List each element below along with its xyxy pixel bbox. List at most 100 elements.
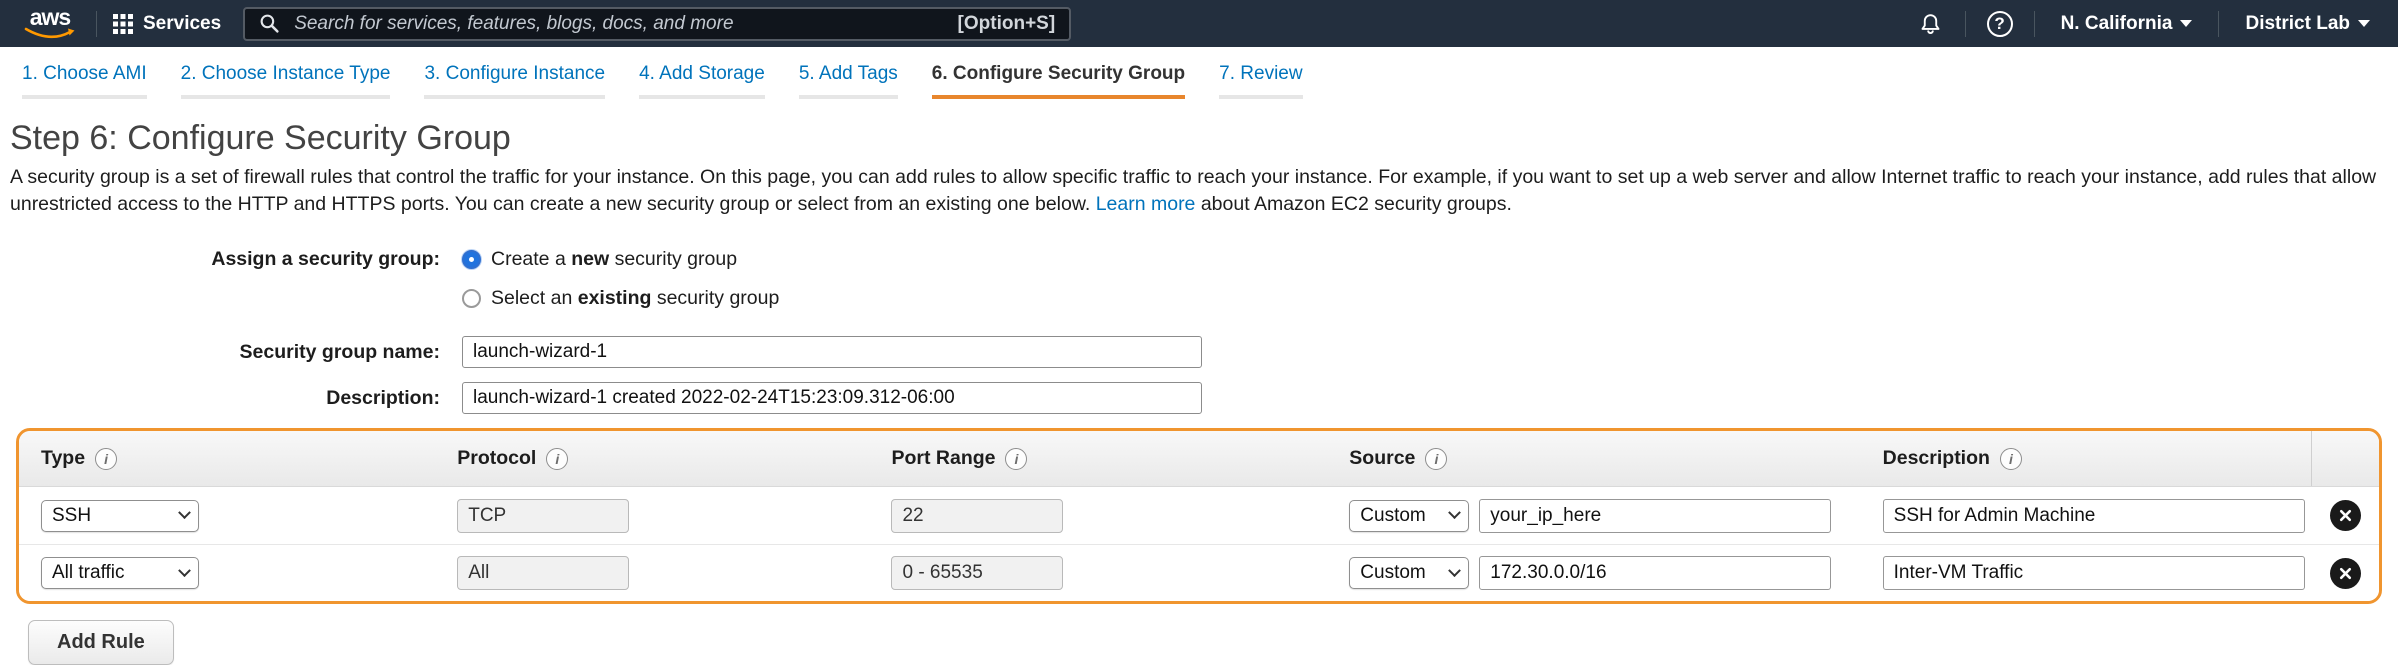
source-cidr-input[interactable] [1479,556,1831,590]
type-header-label: Type [41,447,85,470]
radio-create-new-security-group[interactable] [462,250,481,269]
radio-create-new-label: Create a new security group [491,248,737,271]
security-group-name-input[interactable] [462,336,1202,368]
services-menu-button[interactable]: Services [113,13,221,35]
info-icon[interactable]: i [546,448,568,470]
tab-add-storage[interactable]: 4. Add Storage [639,63,765,99]
tab-choose-ami[interactable]: 1. Choose AMI [22,63,147,99]
cell-type: All traffic [19,557,453,589]
radio-label-text: security group [609,248,737,270]
assign-security-group-row: Assign a security group: Create a new se… [10,248,2388,271]
search-shortcut-hint: [Option+S] [958,13,1056,35]
cell-port-range [887,499,1345,533]
global-search[interactable]: [Option+S] [243,7,1071,41]
select-existing-row: Select an existing security group [10,287,2388,310]
cell-protocol [453,499,887,533]
protocol-header-label: Protocol [457,447,536,470]
chevron-down-icon [1448,564,1461,577]
tab-choose-instance-type[interactable]: 2. Choose Instance Type [181,63,391,99]
topbar-divider [1965,11,1966,37]
radio-label-text: Create a [491,248,571,270]
header-cell-source: Source i [1345,447,1878,470]
help-icon: ? [1987,11,2013,37]
radio-label-text: Select an [491,287,578,309]
wizard-steps-nav: 1. Choose AMI 2. Choose Instance Type 3.… [0,47,2398,99]
page-description-text: about Amazon EC2 security groups. [1195,193,1512,215]
source-cidr-input[interactable] [1479,499,1831,533]
security-group-description-input[interactable] [462,382,1202,414]
topbar: aws Services [Option+S] [0,0,2398,47]
source-mode-select[interactable]: Custom [1349,557,1469,589]
search-icon [259,13,280,34]
aws-logo[interactable]: aws [20,7,80,40]
security-group-name-row: Security group name: [10,336,2388,368]
cell-port-range [887,556,1345,590]
tab-configure-security-group[interactable]: 6. Configure Security Group [932,63,1185,99]
add-rule-button[interactable]: Add Rule [28,620,174,665]
account-menu[interactable]: District Lab [2235,13,2380,35]
port-range-header-label: Port Range [891,447,995,470]
region-selector[interactable]: N. California [2051,13,2203,35]
type-select[interactable]: All traffic [41,557,199,589]
close-icon [2338,566,2353,581]
info-icon[interactable]: i [1425,448,1447,470]
tab-configure-instance[interactable]: 3. Configure Instance [424,63,605,99]
info-icon[interactable]: i [2000,448,2022,470]
radio-select-existing-security-group[interactable] [462,289,481,308]
chevron-down-icon [178,564,191,577]
rule-description-input[interactable] [1883,556,2305,590]
security-group-form: Assign a security group: Create a new se… [10,248,2388,414]
region-label: N. California [2061,13,2173,35]
header-cell-description: Description i [1879,447,2311,470]
topbar-divider [2034,11,2035,37]
header-cell-delete [2311,431,2379,486]
port-range-readonly-field [891,499,1063,533]
cell-source: Custom [1345,556,1878,590]
radio-label-bold: new [571,248,609,270]
services-label: Services [143,13,221,35]
learn-more-link[interactable]: Learn more [1096,193,1196,215]
source-header-label: Source [1349,447,1415,470]
tab-add-tags[interactable]: 5. Add Tags [799,63,898,99]
radio-label-bold: existing [578,287,652,309]
info-icon[interactable]: i [95,448,117,470]
security-group-name-label: Security group name: [10,341,462,364]
type-select-value: SSH [52,505,91,527]
source-mode-select[interactable]: Custom [1349,500,1469,532]
close-icon [2338,508,2353,523]
security-rules-table: Type i Protocol i Port Range i Source i … [16,428,2382,604]
aws-logo-text: aws [30,7,70,27]
topbar-right: ? N. California District Lab [1913,11,2380,37]
header-cell-port-range: Port Range i [887,447,1345,470]
protocol-readonly-field [457,556,629,590]
search-input[interactable] [292,12,957,36]
tab-review[interactable]: 7. Review [1219,63,1302,99]
cell-type: SSH [19,500,453,532]
chevron-down-icon [2358,20,2370,27]
protocol-readonly-field [457,499,629,533]
source-mode-value: Custom [1360,505,1425,527]
delete-rule-button[interactable] [2330,500,2361,531]
main-content: Step 6: Configure Security Group A secur… [0,99,2398,665]
services-grid-icon [113,14,133,34]
description-label: Description: [10,387,462,410]
rule-description-input[interactable] [1883,499,2305,533]
delete-rule-button[interactable] [2330,558,2361,589]
page-title: Step 6: Configure Security Group [10,119,2388,158]
source-mode-value: Custom [1360,562,1425,584]
help-button[interactable]: ? [1982,11,2018,37]
cell-delete [2311,487,2379,544]
account-label: District Lab [2245,13,2350,35]
notifications-button[interactable] [1913,11,1949,36]
description-row: Description: [10,382,2388,414]
type-select[interactable]: SSH [41,500,199,532]
assign-security-group-label: Assign a security group: [10,248,462,271]
radio-select-existing-label: Select an existing security group [491,287,779,310]
rules-table-header: Type i Protocol i Port Range i Source i … [19,431,2379,487]
chevron-down-icon [2180,20,2192,27]
topbar-divider [96,11,97,37]
aws-smile-icon [24,27,76,40]
info-icon[interactable]: i [1005,448,1027,470]
page-description: A security group is a set of firewall ru… [10,164,2388,218]
chevron-down-icon [178,506,191,519]
